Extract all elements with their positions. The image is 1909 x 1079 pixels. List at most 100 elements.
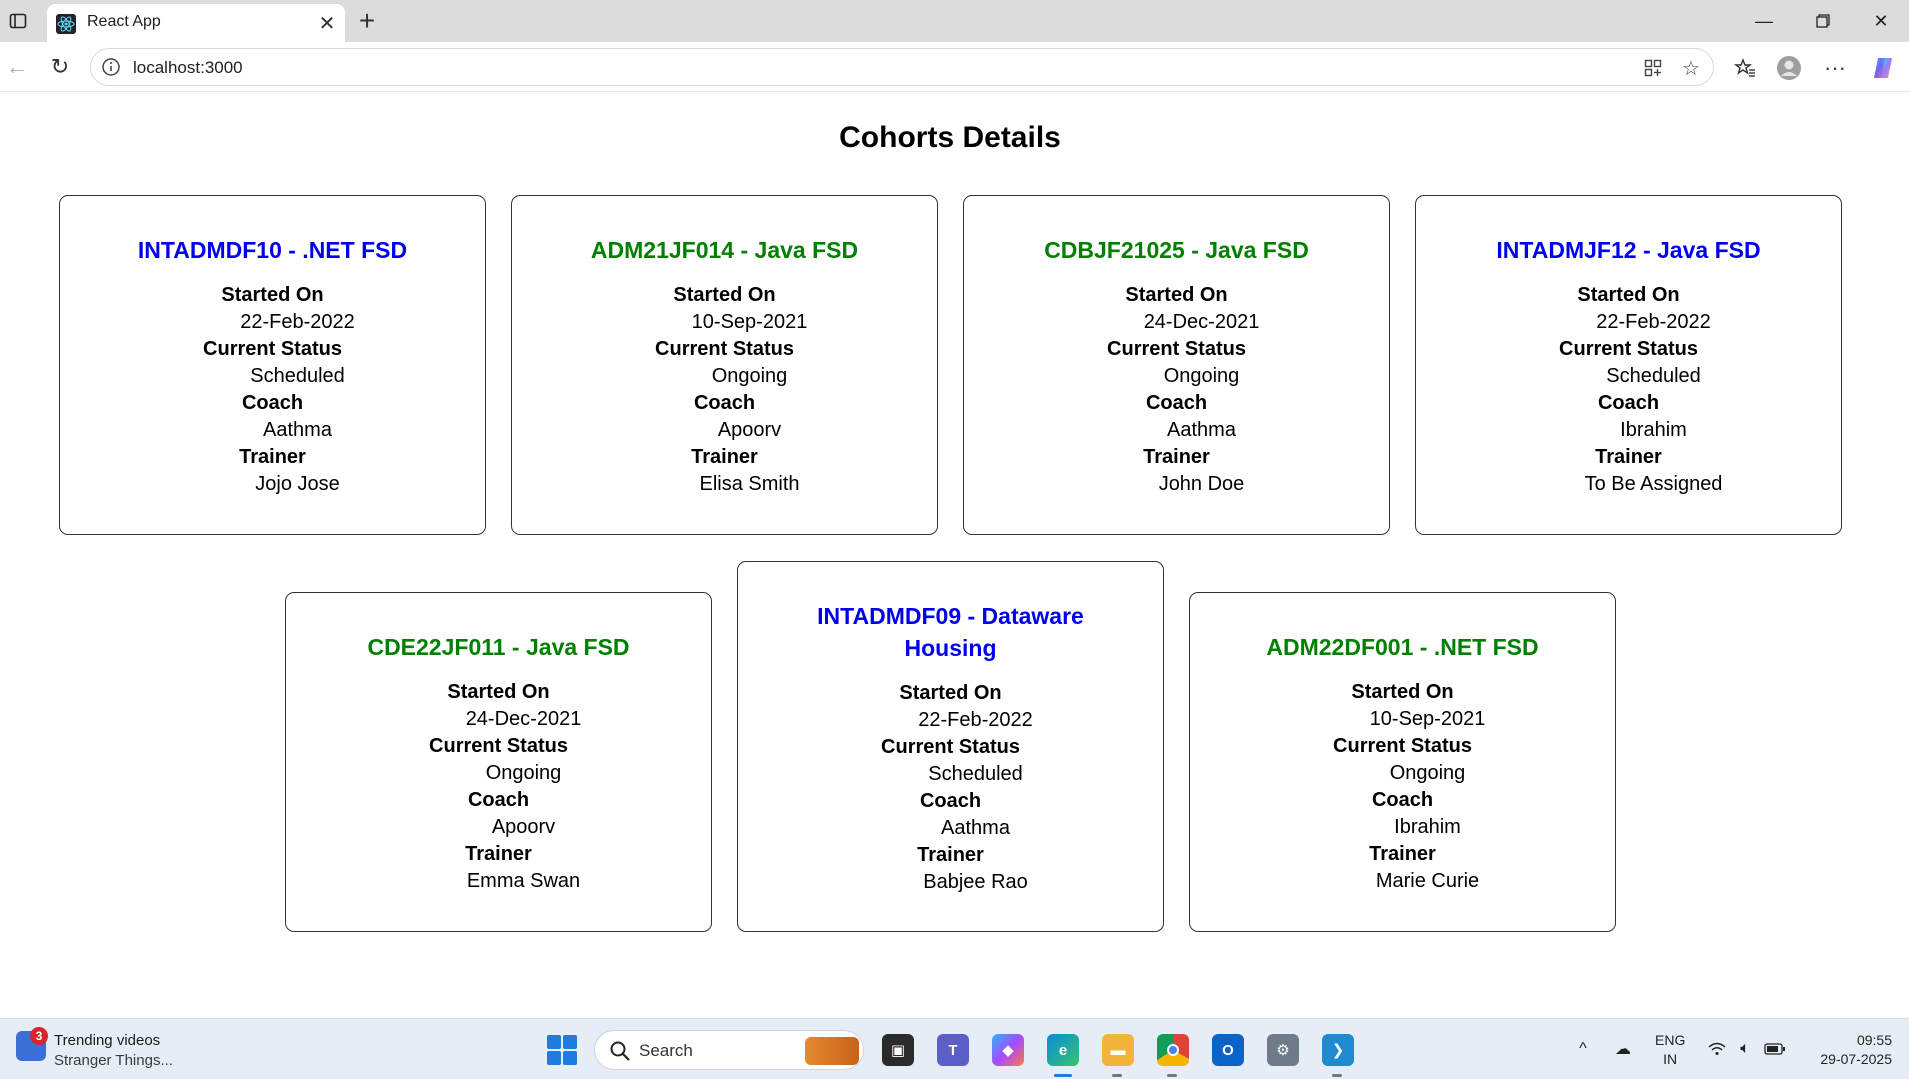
started-on-value: 22-Feb-2022 — [1596, 311, 1711, 333]
started-on-label: Started On — [1577, 284, 1680, 306]
current-status-value: Ongoing — [485, 762, 562, 784]
chevron-up-icon[interactable]: ^ — [1571, 1037, 1595, 1061]
started-on-label: Started On — [673, 284, 776, 306]
trainer-label: Trainer — [691, 446, 758, 468]
volume-icon[interactable]: 🔈︎ — [1733, 1037, 1757, 1061]
started-on-value: 10-Sep-2021 — [691, 311, 808, 333]
reload-icon[interactable]: ↻ — [45, 52, 75, 82]
news-subtitle[interactable]: Stranger Things... — [54, 1052, 173, 1069]
coach-label: Coach — [1371, 789, 1434, 811]
current-status-label: Current Status — [655, 338, 794, 360]
restore-icon[interactable] — [1800, 4, 1846, 38]
cohort-card: CDBJF21025 - Java FSD Started On 24-Dec-… — [963, 195, 1390, 535]
task-view-icon[interactable]: ▣ — [882, 1034, 914, 1066]
browser-tab[interactable]: React App ✕ — [47, 4, 345, 42]
trainer-value: To Be Assigned — [1584, 473, 1723, 495]
url-text[interactable]: localhost:3000 — [133, 58, 243, 78]
coach-label: Coach — [693, 392, 756, 414]
trainer-label: Trainer — [465, 843, 532, 865]
teams-icon[interactable]: T — [937, 1034, 969, 1066]
search-icon — [610, 1041, 630, 1061]
started-on-label: Started On — [899, 682, 1002, 704]
coach-value: Ibrahim — [1620, 419, 1687, 441]
news-title[interactable]: Trending videos — [54, 1032, 160, 1049]
current-status-label: Current Status — [1333, 735, 1472, 757]
cohort-title: INTADMDF09 - Dataware Housing — [817, 603, 1084, 661]
cohort-title: ADM22DF001 - .NET FSD — [1266, 634, 1539, 660]
battery-icon[interactable] — [1763, 1037, 1787, 1061]
trainer-value: Emma Swan — [466, 870, 581, 892]
cohort-card: CDE22JF011 - Java FSD Started On 24-Dec-… — [285, 592, 712, 932]
copilot-icon[interactable] — [1868, 53, 1898, 83]
language-indicator[interactable]: ENG IN — [1655, 1031, 1685, 1069]
cohort-card: INTADMDF09 - Dataware Housing Started On… — [737, 561, 1164, 932]
trainer-value: Jojo Jose — [255, 473, 340, 495]
started-on-value: 24-Dec-2021 — [465, 708, 582, 730]
current-status-value: Scheduled — [250, 365, 345, 387]
chrome-indicator — [1167, 1074, 1177, 1077]
sidebar-icon — [9, 13, 27, 29]
vscode-icon[interactable]: ❯ — [1322, 1034, 1354, 1066]
cohort-card: INTADMDF10 - .NET FSD Started On 22-Feb-… — [59, 195, 486, 535]
current-status-label: Current Status — [1107, 338, 1246, 360]
started-on-value: 22-Feb-2022 — [240, 311, 355, 333]
trainer-label: Trainer — [239, 446, 306, 468]
region-code: IN — [1663, 1051, 1678, 1067]
profile-icon[interactable] — [1774, 53, 1804, 83]
more-icon[interactable]: ··· — [1820, 53, 1850, 83]
current-status-value: Ongoing — [1389, 762, 1466, 784]
current-status-value: Scheduled — [928, 763, 1023, 785]
taskbar-search[interactable]: Search — [594, 1030, 864, 1070]
page-content: Cohorts Details INTADMDF10 - .NET FSD St… — [0, 93, 1909, 1018]
info-icon[interactable] — [101, 57, 121, 77]
search-highlight-icon — [805, 1037, 859, 1065]
settings-icon[interactable]: ⚙ — [1267, 1034, 1299, 1066]
coach-label: Coach — [919, 790, 982, 812]
apps-icon[interactable] — [1641, 56, 1665, 80]
file-explorer-icon[interactable]: ▬ — [1102, 1034, 1134, 1066]
coach-value: Ibrahim — [1394, 816, 1461, 838]
browser-toolbar: ← ↻ localhost:3000 ☆ ··· — [0, 42, 1909, 92]
trainer-label: Trainer — [1369, 843, 1436, 865]
current-status-label: Current Status — [881, 736, 1020, 758]
page-title: Cohorts Details — [839, 121, 1061, 154]
cohort-title: INTADMDF10 - .NET FSD — [137, 237, 408, 263]
address-bar[interactable]: localhost:3000 ☆ — [90, 48, 1714, 86]
cohort-title: ADM21JF014 - Java FSD — [590, 237, 859, 263]
started-on-value: 22-Feb-2022 — [918, 709, 1033, 731]
trainer-value: Babjee Rao — [923, 871, 1028, 893]
file-explorer-indicator — [1112, 1074, 1122, 1077]
onedrive-icon[interactable]: ☁ — [1611, 1037, 1635, 1061]
window-close-icon[interactable]: ✕ — [1858, 4, 1904, 38]
favorites-icon[interactable] — [1730, 53, 1760, 83]
news-badge: 3 — [30, 1027, 48, 1045]
clock[interactable]: 09:55 29-07-2025 — [1808, 1031, 1892, 1069]
trainer-value: John Doe — [1158, 473, 1245, 495]
started-on-label: Started On — [1125, 284, 1228, 306]
tab-title: React App — [87, 13, 161, 30]
minimize-icon[interactable]: — — [1741, 4, 1787, 38]
coach-value: Apoorv — [491, 816, 556, 838]
wifi-icon[interactable] — [1705, 1037, 1729, 1061]
taskbar: 3 Trending videos Stranger Things... Sea… — [0, 1018, 1909, 1079]
back-icon[interactable]: ← — [2, 52, 32, 82]
current-status-value: Scheduled — [1606, 365, 1701, 387]
coach-label: Coach — [467, 789, 530, 811]
edge-icon[interactable]: e — [1047, 1034, 1079, 1066]
sidebar-toggle-button[interactable] — [5, 8, 31, 34]
current-status-label: Current Status — [429, 735, 568, 757]
plus-icon[interactable]: + — [352, 5, 382, 36]
coach-label: Coach — [1145, 392, 1208, 414]
edge-active-indicator — [1054, 1074, 1072, 1077]
react-icon — [55, 13, 77, 35]
coach-value: Aathma — [941, 817, 1010, 839]
current-status-value: Ongoing — [1163, 365, 1240, 387]
trainer-value: Marie Curie — [1375, 870, 1480, 892]
copilot-app-icon[interactable]: ◆ — [992, 1034, 1024, 1066]
star-icon[interactable]: ☆ — [1679, 56, 1703, 80]
start-button[interactable] — [547, 1035, 577, 1065]
chrome-icon[interactable] — [1157, 1034, 1189, 1066]
started-on-value: 10-Sep-2021 — [1369, 708, 1486, 730]
outlook-icon[interactable]: O — [1212, 1034, 1244, 1066]
close-icon[interactable]: ✕ — [315, 11, 339, 35]
